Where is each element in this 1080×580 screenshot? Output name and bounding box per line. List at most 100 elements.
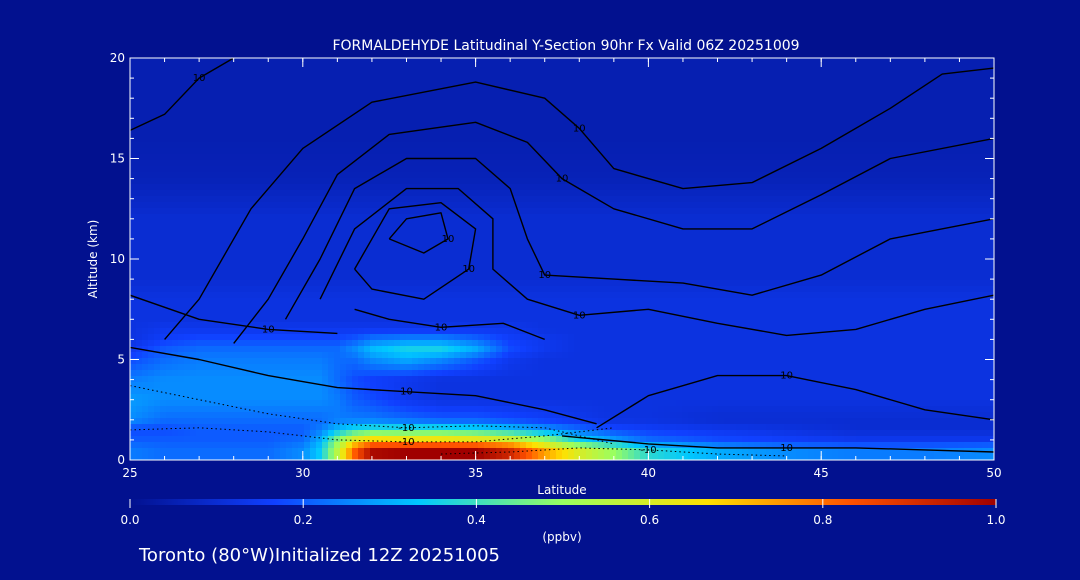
field-cell — [568, 58, 575, 65]
field-cell — [280, 124, 287, 131]
field-cell — [304, 202, 311, 209]
field-cell — [412, 64, 419, 71]
field-cell — [448, 178, 455, 185]
field-cell — [466, 202, 473, 209]
field-cell — [562, 58, 569, 65]
field-cell — [910, 130, 917, 137]
field-cell — [130, 232, 137, 239]
field-cell — [466, 160, 473, 167]
field-cell — [442, 58, 449, 65]
field-cell — [394, 262, 401, 269]
field-cell — [502, 76, 509, 83]
field-cell — [766, 154, 773, 161]
field-cell — [910, 190, 917, 197]
field-cell — [874, 226, 881, 233]
field-cell — [802, 112, 809, 119]
field-cell — [436, 58, 443, 65]
field-cell — [238, 58, 245, 65]
field-cell — [400, 82, 407, 89]
field-cell — [934, 88, 941, 95]
field-cell — [586, 82, 593, 89]
field-cell — [142, 82, 149, 89]
field-cell — [490, 196, 497, 203]
field-cell — [274, 232, 281, 239]
field-cell — [298, 226, 305, 233]
field-cell — [220, 106, 227, 113]
field-cell — [496, 94, 503, 101]
field-cell — [568, 190, 575, 197]
field-cell — [808, 160, 815, 167]
field-cell — [676, 76, 683, 83]
field-cell — [310, 190, 317, 197]
field-cell — [190, 124, 197, 131]
field-cell — [718, 256, 725, 263]
field-cell — [556, 136, 563, 143]
field-cell — [202, 232, 209, 239]
field-cell — [508, 220, 515, 227]
field-cell — [640, 166, 647, 173]
field-cell — [280, 232, 287, 239]
field-cell — [862, 196, 869, 203]
field-cell — [274, 202, 281, 209]
field-cell — [802, 94, 809, 101]
field-cell — [958, 202, 965, 209]
field-cell — [226, 106, 233, 113]
field-cell — [160, 250, 167, 257]
field-cell — [202, 220, 209, 227]
field-cell — [184, 190, 191, 197]
field-cell — [142, 184, 149, 191]
field-cell — [322, 226, 329, 233]
field-cell — [238, 262, 245, 269]
field-cell — [730, 196, 737, 203]
field-cell — [310, 232, 317, 239]
field-cell — [706, 196, 713, 203]
field-cell — [982, 70, 989, 77]
field-cell — [370, 166, 377, 173]
field-cell — [778, 178, 785, 185]
field-cell — [844, 70, 851, 77]
field-cell — [688, 172, 695, 179]
field-cell — [508, 148, 515, 155]
field-cell — [178, 124, 185, 131]
field-cell — [952, 166, 959, 173]
field-cell — [790, 70, 797, 77]
field-cell — [850, 82, 857, 89]
field-cell — [844, 82, 851, 89]
field-cell — [868, 76, 875, 83]
field-cell — [700, 94, 707, 101]
field-cell — [262, 226, 269, 233]
field-cell — [754, 184, 761, 191]
field-cell — [682, 232, 689, 239]
field-cell — [142, 250, 149, 257]
field-cell — [826, 118, 833, 125]
field-cell — [454, 88, 461, 95]
field-cell — [460, 172, 467, 179]
field-cell — [424, 178, 431, 185]
field-cell — [556, 184, 563, 191]
field-cell — [178, 106, 185, 113]
field-cell — [544, 88, 551, 95]
field-cell — [400, 136, 407, 143]
field-cell — [766, 100, 773, 107]
field-cell — [718, 94, 725, 101]
field-cell — [706, 64, 713, 71]
field-cell — [400, 172, 407, 179]
field-cell — [286, 250, 293, 257]
field-cell — [982, 118, 989, 125]
field-cell — [244, 94, 251, 101]
field-cell — [310, 100, 317, 107]
field-cell — [982, 160, 989, 167]
field-cell — [292, 226, 299, 233]
field-cell — [442, 160, 449, 167]
field-cell — [850, 250, 857, 257]
field-cell — [436, 256, 443, 263]
field-cell — [292, 208, 299, 215]
field-cell — [676, 130, 683, 137]
field-cell — [502, 148, 509, 155]
field-cell — [232, 262, 239, 269]
field-cell — [160, 178, 167, 185]
field-cell — [346, 208, 353, 215]
field-cell — [190, 226, 197, 233]
field-cell — [220, 178, 227, 185]
field-cell — [178, 190, 185, 197]
